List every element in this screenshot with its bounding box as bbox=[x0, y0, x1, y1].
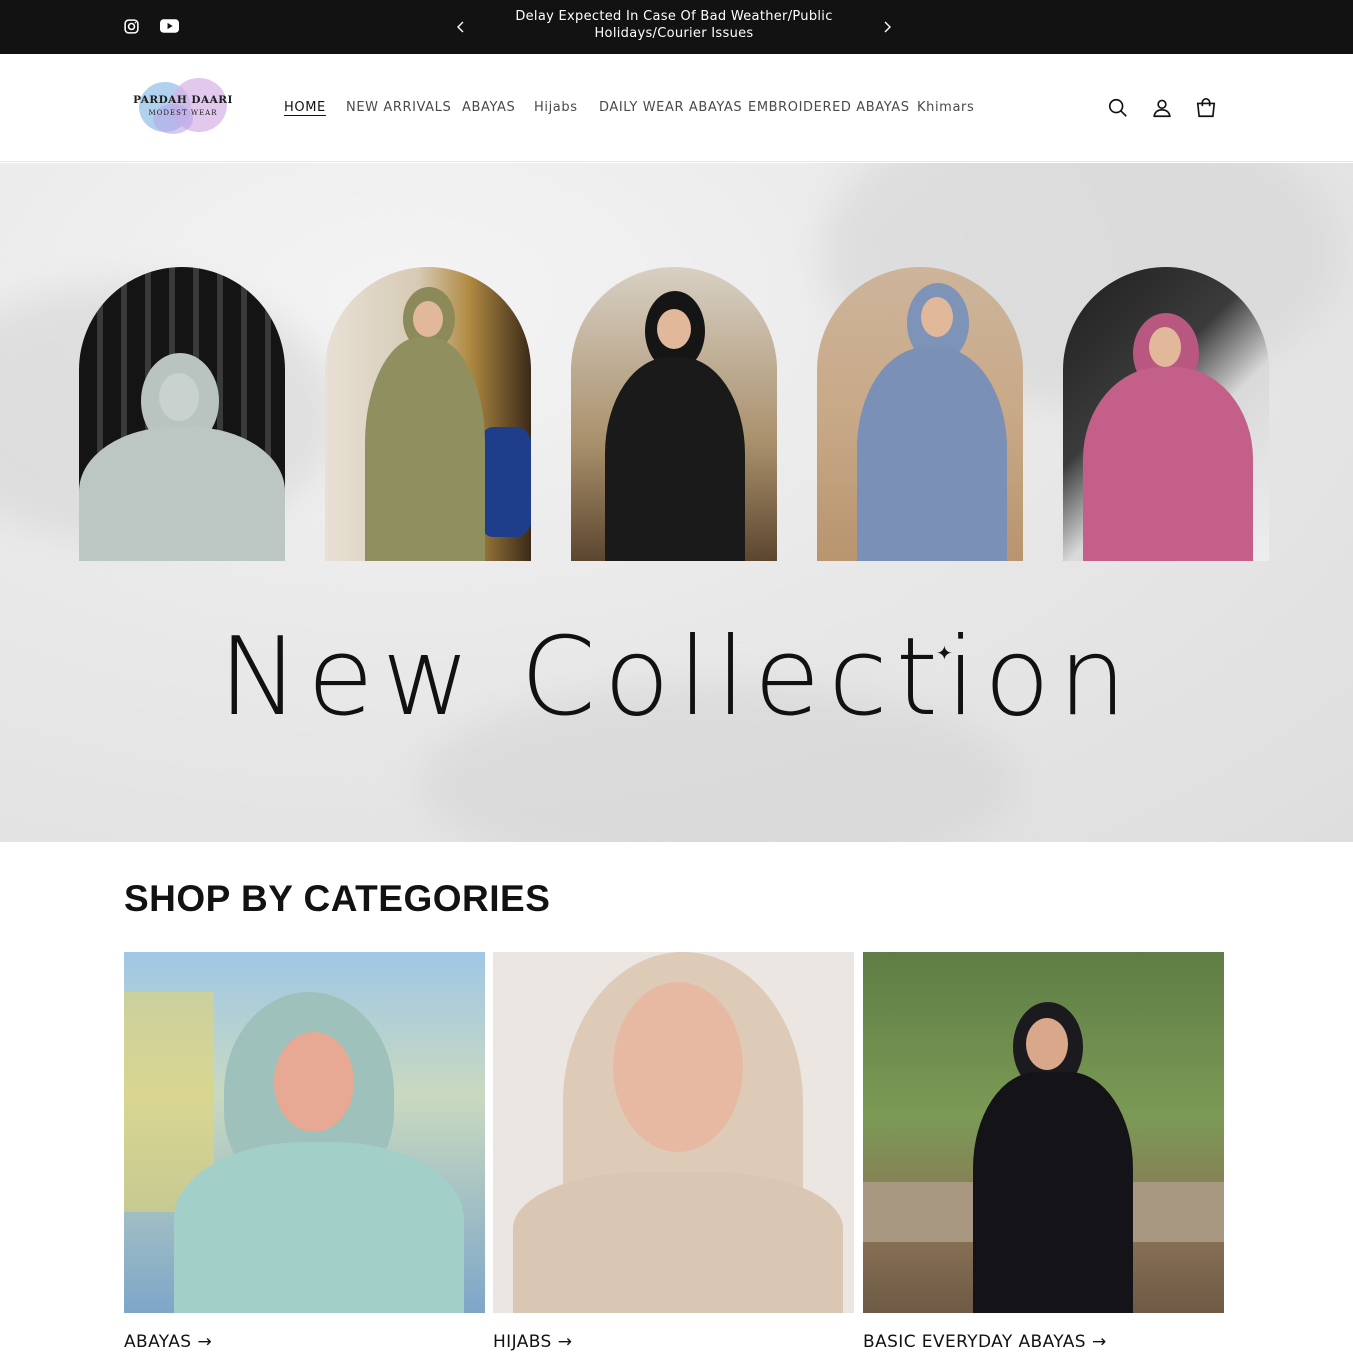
announcement-message: Delay Expected In Case Of Bad Weather/Pu… bbox=[515, 9, 833, 41]
category-card-basic-everyday-abayas[interactable]: BASIC EVERYDAY ABAYAS → bbox=[863, 952, 1224, 1352]
account-icon[interactable] bbox=[1150, 96, 1174, 120]
nav-daily-wear-abayas[interactable]: DAILY WEAR ABAYAS bbox=[599, 100, 742, 115]
category-image-hijabs bbox=[493, 952, 854, 1313]
announcement-prev-button[interactable] bbox=[451, 17, 471, 37]
hero-photo-3 bbox=[571, 267, 777, 561]
nav-embroidered-abayas[interactable]: EMBROIDERED ABAYAS bbox=[748, 100, 910, 115]
announcement-next-button[interactable] bbox=[877, 17, 897, 37]
hero-banner[interactable]: New Collection ✦ bbox=[0, 163, 1353, 842]
nav-khimars[interactable]: Khimars bbox=[917, 100, 974, 115]
hero-photo-1 bbox=[79, 267, 285, 561]
youtube-icon[interactable] bbox=[159, 16, 179, 36]
category-card-hijabs[interactable]: HIJABS → bbox=[493, 952, 854, 1352]
brand-logo[interactable]: PARDAH DAARI MODEST WEAR bbox=[131, 76, 235, 138]
arrow-right-icon: → bbox=[557, 1332, 573, 1352]
category-image-abayas bbox=[124, 952, 485, 1313]
cart-icon[interactable] bbox=[1194, 96, 1218, 120]
hero-photo-4 bbox=[817, 267, 1023, 561]
nav-home[interactable]: HOME bbox=[284, 100, 326, 115]
category-card-abayas[interactable]: ABAYAS → bbox=[124, 952, 485, 1352]
hero-photo-5 bbox=[1063, 267, 1269, 561]
instagram-icon[interactable] bbox=[121, 16, 141, 36]
logo-line1: PARDAH DAARI bbox=[133, 94, 233, 106]
arrow-right-icon: → bbox=[1091, 1332, 1107, 1352]
arrow-right-icon: → bbox=[197, 1332, 213, 1352]
nav-hijabs[interactable]: Hijabs bbox=[534, 100, 578, 115]
search-icon[interactable] bbox=[1106, 96, 1130, 120]
nav-abayas[interactable]: ABAYAS bbox=[462, 100, 515, 115]
sparkle-icon: ✦ bbox=[936, 643, 953, 665]
site-header: PARDAH DAARI MODEST WEAR HOME NEW ARRIVA… bbox=[0, 54, 1353, 162]
category-label-basic-everyday-abayas: BASIC EVERYDAY ABAYAS → bbox=[863, 1332, 1107, 1352]
hero-title: New Collection bbox=[218, 615, 1135, 740]
category-label-hijabs: HIJABS → bbox=[493, 1332, 573, 1352]
categories-heading: SHOP BY CATEGORIES bbox=[124, 878, 551, 919]
logo-line2: MODEST WEAR bbox=[148, 109, 218, 117]
announcement-bar: Delay Expected In Case Of Bad Weather/Pu… bbox=[0, 0, 1353, 54]
category-image-basic-everyday-abayas bbox=[863, 952, 1224, 1313]
category-label-abayas: ABAYAS → bbox=[124, 1332, 213, 1352]
nav-new-arrivals[interactable]: NEW ARRIVALS bbox=[346, 100, 451, 115]
hero-photo-2 bbox=[325, 267, 531, 561]
